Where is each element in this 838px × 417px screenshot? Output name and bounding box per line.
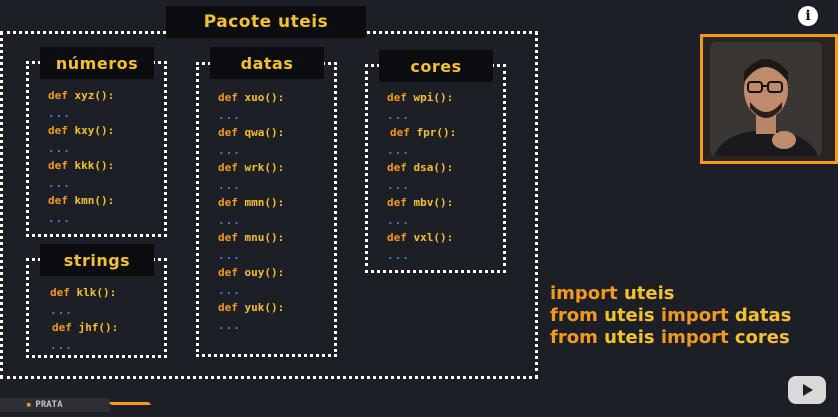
module-cores-title: cores <box>379 50 493 82</box>
def-line: def kxy(): <box>48 124 115 137</box>
play-triangle-icon <box>803 384 813 396</box>
info-icon[interactable]: i <box>798 6 818 26</box>
module-strings-title: strings <box>40 244 154 276</box>
def-line: def wrk(): <box>218 161 285 174</box>
def-line: def xuo(): <box>218 91 285 104</box>
ellipsis: ... <box>48 106 71 120</box>
ellipsis: ... <box>387 108 410 122</box>
presenter-silhouette <box>710 42 822 156</box>
ellipsis: ... <box>48 211 71 225</box>
ellipsis: ... <box>48 141 71 155</box>
import-line: from uteis import datas <box>550 305 792 326</box>
def-line: def xyz(): <box>48 89 115 102</box>
def-line: def fpr(): <box>390 126 457 139</box>
module-cores-defs: def wpi(): ... def fpr(): ... def dsa():… <box>387 89 456 264</box>
def-line: def vxl(): <box>387 231 454 244</box>
ellipsis: ... <box>50 338 73 352</box>
ellipsis: ... <box>218 283 241 297</box>
def-line: def jhf(): <box>52 321 119 334</box>
def-line: def klk(): <box>50 286 117 299</box>
badge-accent-line <box>108 402 152 405</box>
import-line: from uteis import cores <box>550 327 790 348</box>
def-line: def qwa(): <box>218 126 285 139</box>
def-line: def ouy(): <box>218 266 285 279</box>
tier-badge: ▪ PRATA <box>0 398 110 412</box>
def-line: def kmn(): <box>48 194 115 207</box>
ellipsis: ... <box>387 178 410 192</box>
import-statements: import uteis from uteis import datas fro… <box>550 283 791 349</box>
ellipsis: ... <box>50 303 73 317</box>
def-line: def mmn(): <box>218 196 285 209</box>
module-strings-defs: def klk(): ... def jhf(): ... <box>50 284 118 354</box>
ellipsis: ... <box>387 213 410 227</box>
ellipsis: ... <box>218 318 241 332</box>
ellipsis: ... <box>387 143 410 157</box>
ellipsis: ... <box>218 143 241 157</box>
ellipsis: ... <box>218 178 241 192</box>
def-line: def dsa(): <box>387 161 454 174</box>
def-line: def mnu(): <box>218 231 285 244</box>
youtube-play-icon[interactable] <box>788 376 826 404</box>
def-line: def yuk(): <box>218 301 285 314</box>
def-line: def mbv(): <box>387 196 454 209</box>
package-title: Pacote uteis <box>166 6 366 38</box>
def-line: def kkk(): <box>48 159 115 172</box>
ellipsis: ... <box>218 248 241 262</box>
ellipsis: ... <box>218 108 241 122</box>
module-numeros-title: números <box>40 47 154 79</box>
ellipsis: ... <box>48 176 71 190</box>
ellipsis: ... <box>218 213 241 227</box>
webcam-video <box>710 42 822 156</box>
module-numeros-defs: def xyz(): ... def kxy(): ... def kkk():… <box>48 87 114 227</box>
module-datas-defs: def xuo(): ... def qwa(): ... def wrk():… <box>218 89 284 334</box>
ellipsis: ... <box>387 248 410 262</box>
def-line: def wpi(): <box>387 91 454 104</box>
module-datas-title: datas <box>210 47 324 79</box>
import-line: import uteis <box>550 283 675 304</box>
